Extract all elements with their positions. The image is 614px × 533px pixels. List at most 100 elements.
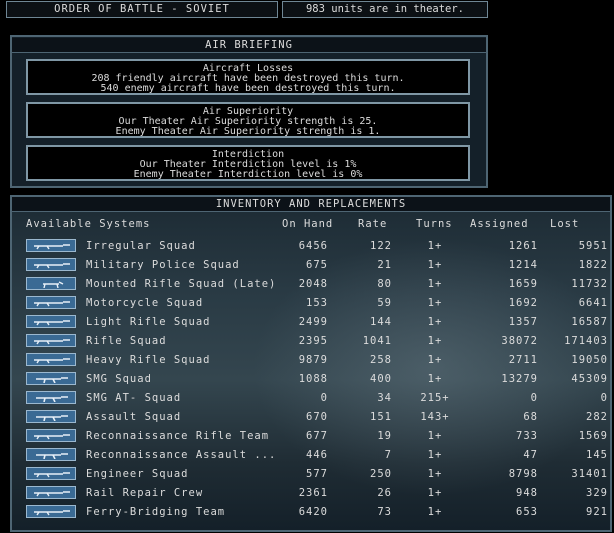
turns-value: 1+ [427, 449, 443, 461]
on-hand-value: 670 [306, 411, 328, 423]
rate-value: 144 [370, 316, 392, 328]
lost-value: 19050 [571, 354, 608, 366]
unit-type-button[interactable] [26, 334, 76, 347]
unit-type-button[interactable] [26, 296, 76, 309]
unit-type-button[interactable] [26, 315, 76, 328]
turns-value: 1+ [427, 430, 443, 442]
unit-type-button[interactable] [26, 505, 76, 518]
assigned-value: 2711 [508, 354, 538, 366]
rate-value: 1041 [362, 335, 392, 347]
turns-value: 1+ [427, 354, 443, 366]
turns-value: 1+ [427, 335, 443, 347]
inventory-panel: INVENTORY AND REPLACEMENTS Available Sys… [10, 195, 612, 532]
on-hand-value: 0 [320, 392, 328, 404]
table-row[interactable]: Military Police Squad 675 21 1+ 1214 1822 [12, 256, 610, 275]
lost-value: 45309 [571, 373, 608, 385]
unit-name: Engineer Squad [86, 468, 189, 480]
table-row[interactable]: Mounted Rifle Squad (Late) 2048 80 1+ 1659 11… [12, 275, 610, 294]
lost-value: 171403 [564, 335, 608, 347]
lost-value: 11732 [571, 278, 608, 290]
rate-value: 400 [370, 373, 392, 385]
unit-type-button[interactable] [26, 239, 76, 252]
table-row[interactable]: Reconnaissance Rifle Team 677 19 1+ 733 1569 [12, 427, 610, 446]
rate-value: 258 [370, 354, 392, 366]
on-hand-value: 577 [306, 468, 328, 480]
table-row[interactable]: Irregular Squad 6456 122 1+ 1261 5951 [12, 237, 610, 256]
header-rate: Rate [358, 218, 388, 230]
rate-value: 73 [377, 506, 392, 518]
on-hand-value: 9879 [298, 354, 328, 366]
header-on-hand: On Hand [282, 218, 334, 230]
unit-type-button[interactable] [26, 277, 76, 290]
unit-name: Light Rifle Squad [86, 316, 211, 328]
assigned-value: 1261 [508, 240, 538, 252]
table-row[interactable]: Ferry-Bridging Team 6420 73 1+ 653 921 [12, 503, 610, 522]
lost-value: 5951 [578, 240, 608, 252]
table-row[interactable]: SMG AT- Squad 0 34 215+ 0 0 [12, 389, 610, 408]
rate-value: 80 [377, 278, 392, 290]
on-hand-value: 2395 [298, 335, 328, 347]
air-superiority-box: Air Superiority Our Theater Air Superior… [26, 102, 470, 138]
lost-value: 1822 [578, 259, 608, 271]
on-hand-value: 1088 [298, 373, 328, 385]
assigned-value: 1692 [508, 297, 538, 309]
lost-value: 329 [586, 487, 608, 499]
aircraft-losses-box: Aircraft Losses 208 friendly aircraft ha… [26, 59, 470, 95]
turns-value: 1+ [427, 297, 443, 309]
rate-value: 122 [370, 240, 392, 252]
table-row[interactable]: Heavy Rifle Squad 9879 258 1+ 2711 19050 [12, 351, 610, 370]
unit-name: Reconnaissance Assault ... [86, 449, 277, 461]
unit-name: SMG Squad [86, 373, 152, 385]
interdiction-box: Interdiction Our Theater Interdiction le… [26, 145, 470, 181]
table-row[interactable]: Assault Squad 670 151 143+ 68 282 [12, 408, 610, 427]
interdiction-enemy: Enemy Theater Interdiction level is 0% [133, 169, 363, 180]
assigned-value: 1357 [508, 316, 538, 328]
assigned-value: 13279 [501, 373, 538, 385]
table-row[interactable]: Light Rifle Squad 2499 144 1+ 1357 16587 [12, 313, 610, 332]
turns-value: 1+ [427, 487, 443, 499]
turns-value: 1+ [427, 240, 443, 252]
unit-type-button[interactable] [26, 372, 76, 385]
rate-value: 26 [377, 487, 392, 499]
header-turns: Turns [416, 218, 453, 230]
unit-type-button[interactable] [26, 391, 76, 404]
assigned-value: 47 [523, 449, 538, 461]
table-row[interactable]: Rifle Squad 2395 1041 1+ 38072 171403 [12, 332, 610, 351]
lost-value: 6641 [578, 297, 608, 309]
unit-type-button[interactable] [26, 486, 76, 499]
lost-value: 1569 [578, 430, 608, 442]
unit-name: Reconnaissance Rifle Team [86, 430, 270, 442]
assigned-value: 948 [516, 487, 538, 499]
on-hand-value: 675 [306, 259, 328, 271]
table-row[interactable]: Motorcycle Squad 153 59 1+ 1692 6641 [12, 294, 610, 313]
lost-value: 0 [600, 392, 608, 404]
on-hand-value: 2361 [298, 487, 328, 499]
unit-type-button[interactable] [26, 258, 76, 271]
top-bar: ORDER OF BATTLE - SOVIET 983 units are i… [0, 0, 614, 18]
unit-type-button[interactable] [26, 467, 76, 480]
unit-type-button[interactable] [26, 448, 76, 461]
unit-name: Rifle Squad [86, 335, 167, 347]
assigned-value: 0 [530, 392, 538, 404]
assigned-value: 733 [516, 430, 538, 442]
unit-name: Military Police Squad [86, 259, 240, 271]
turns-value: 1+ [427, 316, 443, 328]
unit-name: Motorcycle Squad [86, 297, 204, 309]
table-row[interactable]: Reconnaissance Assault ... 446 7 1+ 47 145 [12, 446, 610, 465]
table-row[interactable]: Engineer Squad 577 250 1+ 8798 31401 [12, 465, 610, 484]
units-in-theater: 983 units are in theater. [282, 1, 488, 18]
unit-type-button[interactable] [26, 353, 76, 366]
on-hand-value: 2048 [298, 278, 328, 290]
table-row[interactable]: SMG Squad 1088 400 1+ 13279 45309 [12, 370, 610, 389]
turns-value: 143+ [420, 411, 450, 423]
table-row[interactable]: Rail Repair Crew 2361 26 1+ 948 329 [12, 484, 610, 503]
assigned-value: 68 [523, 411, 538, 423]
header-lost: Lost [550, 218, 580, 230]
unit-type-button[interactable] [26, 429, 76, 442]
aircraft-losses-enemy: 540 enemy aircraft have been destroyed t… [100, 83, 396, 94]
unit-type-button[interactable] [26, 410, 76, 423]
air-superiority-enemy: Enemy Theater Air Superiority strength i… [115, 126, 381, 137]
rate-value: 7 [384, 449, 392, 461]
rate-value: 34 [377, 392, 392, 404]
turns-value: 1+ [427, 278, 443, 290]
